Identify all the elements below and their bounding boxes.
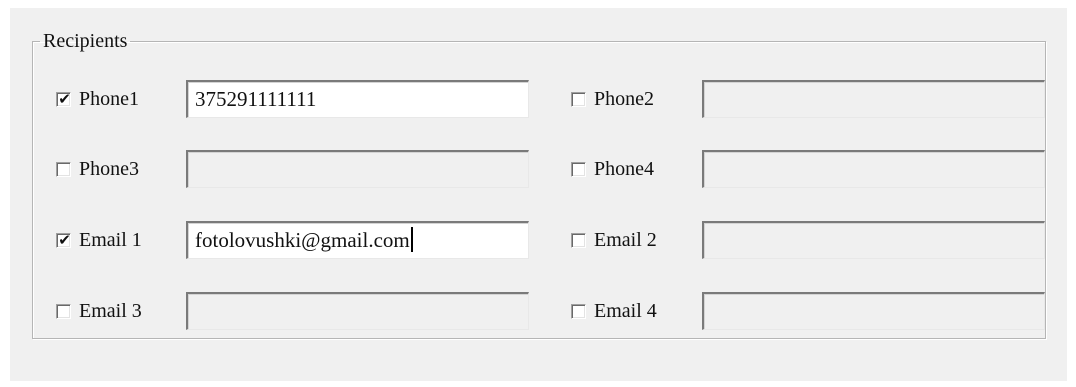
checkmark-icon: ✔ [58,230,71,249]
email3-checkbox[interactable]: ✔ [56,303,71,319]
dialog-panel: Recipients ✔ Phone1 375291111111 ✔ Phone… [10,8,1067,381]
email4-checkbox[interactable]: ✔ [571,303,586,319]
recipients-group-title: Recipients [43,30,128,52]
phone2-label: Phone2 [594,87,654,110]
recipient-email1: ✔ Email 1 [56,219,142,261]
recipient-email3: ✔ Email 3 [56,290,142,332]
text-cursor [410,227,413,252]
email4-field[interactable] [702,292,1045,330]
phone3-label: Phone3 [79,157,139,180]
phone2-field[interactable] [702,80,1045,118]
email2-field[interactable] [702,221,1045,259]
email3-label: Email 3 [79,299,142,322]
recipient-email4: ✔ Email 4 [571,290,657,332]
email4-label: Email 4 [594,299,657,322]
email2-checkbox[interactable]: ✔ [571,232,586,248]
recipient-phone2: ✔ Phone2 [571,78,654,120]
recipient-phone3: ✔ Phone3 [56,148,139,190]
phone1-field[interactable]: 375291111111 [186,80,529,118]
phone3-checkbox[interactable]: ✔ [56,161,71,177]
email3-field[interactable] [186,292,529,330]
recipient-phone4: ✔ Phone4 [571,148,654,190]
recipient-phone1: ✔ Phone1 [56,78,139,120]
phone4-label: Phone4 [594,157,654,180]
phone3-field[interactable] [186,150,529,188]
phone1-label: Phone1 [79,87,139,110]
email1-value: fotolovushki@gmail.com [195,228,410,252]
checkmark-icon: ✔ [58,89,71,108]
email2-label: Email 2 [594,228,657,251]
phone1-checkbox[interactable]: ✔ [56,89,71,108]
phone1-value: 375291111111 [195,87,317,111]
email1-checkbox[interactable]: ✔ [56,230,71,249]
recipient-email2: ✔ Email 2 [571,219,657,261]
email1-label: Email 1 [79,228,142,251]
phone2-checkbox[interactable]: ✔ [571,91,586,107]
email1-field[interactable]: fotolovushki@gmail.com [186,221,529,259]
phone4-checkbox[interactable]: ✔ [571,161,586,177]
phone4-field[interactable] [702,150,1045,188]
